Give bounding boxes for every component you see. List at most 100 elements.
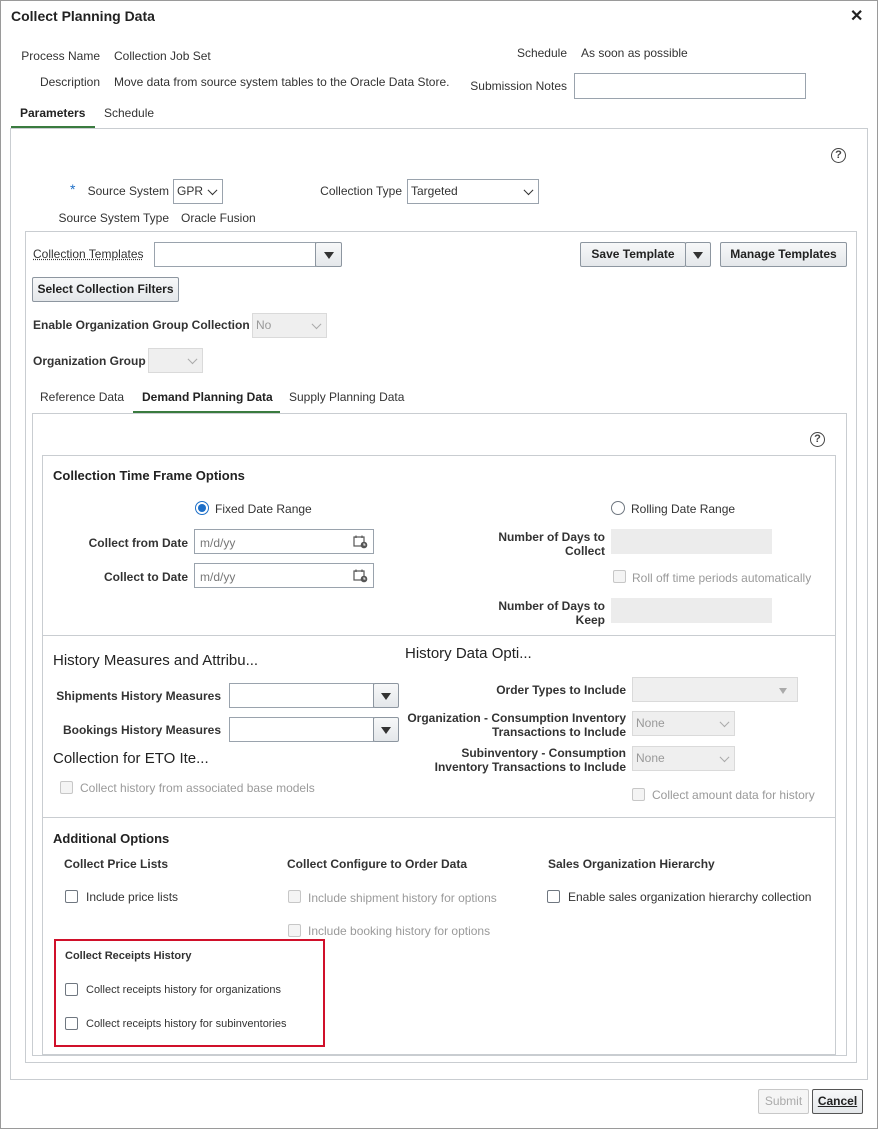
- collect-to-date-label: Collect to Date: [103, 570, 188, 584]
- collect-planning-data-dialog: Collect Planning Data ✕ Process Name Col…: [0, 0, 878, 1129]
- collection-templates-input[interactable]: [154, 242, 316, 267]
- shipments-history-dropdown-button[interactable]: [373, 683, 399, 708]
- tab-demand-planning-data[interactable]: Demand Planning Data: [142, 390, 273, 404]
- save-template-menu-button[interactable]: [685, 242, 711, 267]
- amount-data-label: Collect amount data for history: [652, 788, 815, 802]
- enable-org-group-value: No: [256, 318, 272, 332]
- sales-org-checkbox[interactable]: [547, 890, 560, 903]
- order-types-select: [632, 677, 798, 702]
- section-divider: [43, 817, 835, 818]
- source-system-value: GPR: [177, 184, 204, 198]
- rolling-date-range-label: Rolling Date Range: [631, 502, 736, 516]
- org-consumption-label-line2: Transactions to Include: [491, 725, 626, 739]
- caret-down-icon: [693, 252, 703, 259]
- tab-reference-data[interactable]: Reference Data: [40, 390, 124, 404]
- subinv-consumption-select: None: [632, 746, 735, 771]
- subinv-consumption-value: None: [636, 751, 665, 765]
- shipment-options-label: Include shipment history for options: [308, 891, 497, 905]
- collect-to-date-input[interactable]: m/d/yy: [194, 563, 374, 588]
- help-icon[interactable]: ?: [831, 148, 846, 163]
- collect-to-date-placeholder: m/d/yy: [200, 570, 236, 584]
- fixed-date-range-radio[interactable]: [195, 501, 209, 515]
- organization-group-select: [148, 348, 203, 373]
- receipts-orgs-checkbox[interactable]: [65, 983, 78, 996]
- tab-parameters[interactable]: Parameters: [20, 106, 85, 120]
- roll-off-checkbox: [613, 570, 626, 583]
- close-icon[interactable]: ✕: [850, 6, 863, 26]
- manage-templates-button[interactable]: Manage Templates: [720, 242, 847, 267]
- days-to-keep-label-line1: Number of Days to: [498, 599, 605, 613]
- tab-schedule[interactable]: Schedule: [104, 106, 154, 120]
- collection-type-value: Targeted: [411, 184, 458, 198]
- include-price-lists-label: Include price lists: [86, 890, 179, 904]
- receipts-subinv-label: Collect receipts history for subinventor…: [86, 1018, 287, 1030]
- days-to-collect-label-line2: Collect: [564, 544, 605, 558]
- subinv-consumption-label-line1: Subinventory - Consumption: [461, 746, 626, 760]
- enable-org-group-label: Enable Organization Group Collection: [33, 318, 250, 332]
- bookings-history-input[interactable]: [229, 717, 374, 742]
- org-consumption-value: None: [636, 716, 665, 730]
- chevron-down-icon: [187, 353, 198, 364]
- section-divider: [43, 635, 835, 636]
- chevron-down-icon: [719, 751, 730, 762]
- caret-down-icon: [381, 727, 391, 734]
- eto-title: Collection for ETO Ite...: [53, 750, 209, 767]
- collect-from-date-placeholder: m/d/yy: [200, 536, 236, 550]
- process-name-label: Process Name: [21, 49, 100, 63]
- collect-from-date-label: Collect from Date: [88, 536, 188, 550]
- save-template-button[interactable]: Save Template: [580, 242, 686, 267]
- subinv-consumption-label: Subinventory - Consumption Inventory Tran…: [401, 746, 626, 774]
- schedule-value: As soon as possible: [581, 46, 688, 60]
- fixed-date-range-label: Fixed Date Range: [215, 502, 312, 516]
- sales-org-label: Enable sales organization hierarchy coll…: [568, 890, 812, 904]
- tab-supply-planning-data[interactable]: Supply Planning Data: [289, 390, 404, 404]
- source-system-label: Source System: [87, 184, 169, 198]
- bookings-history-dropdown-button[interactable]: [373, 717, 399, 742]
- collect-from-date-input[interactable]: m/d/yy: [194, 529, 374, 554]
- collection-type-select[interactable]: Targeted: [407, 179, 539, 204]
- source-system-select[interactable]: GPR: [173, 179, 223, 204]
- select-collection-filters-button[interactable]: Select Collection Filters: [32, 277, 179, 302]
- org-consumption-select: None: [632, 711, 735, 736]
- receipts-history-title: Collect Receipts History: [65, 950, 192, 962]
- org-consumption-label-line1: Organization - Consumption Inventory: [407, 711, 626, 725]
- rolling-date-range-radio[interactable]: [611, 501, 625, 515]
- enable-org-group-select: No: [252, 313, 327, 338]
- bookings-history-label: Bookings History Measures: [62, 723, 221, 737]
- amount-data-checkbox: [632, 788, 645, 801]
- submit-button[interactable]: Submit: [758, 1089, 809, 1114]
- calendar-icon[interactable]: [353, 535, 368, 549]
- days-to-keep-label-line2: Keep: [575, 613, 605, 627]
- cancel-button[interactable]: Cancel: [812, 1089, 863, 1114]
- subinv-consumption-label-line2: Inventory Transactions to Include: [434, 760, 626, 774]
- chevron-down-icon: [207, 184, 218, 195]
- collection-templates-label: Collection Templates: [33, 247, 144, 261]
- history-measures-title: History Measures and Attribu...: [53, 652, 259, 669]
- collection-templates-dropdown-button[interactable]: [315, 242, 342, 267]
- days-to-keep-label: Number of Days to Keep: [451, 599, 605, 627]
- calendar-icon[interactable]: [353, 569, 368, 583]
- dialog-title: Collect Planning Data: [11, 8, 155, 24]
- shipment-options-checkbox: [288, 890, 301, 903]
- include-price-lists-checkbox[interactable]: [65, 890, 78, 903]
- help-icon[interactable]: ?: [810, 432, 825, 447]
- eto-checkbox: [60, 781, 73, 794]
- price-lists-title: Collect Price Lists: [64, 857, 169, 871]
- source-system-type-value: Oracle Fusion: [181, 211, 256, 225]
- schedule-label: Schedule: [516, 46, 567, 60]
- days-to-collect-input: [611, 529, 772, 554]
- cto-title: Collect Configure to Order Data: [287, 857, 468, 871]
- source-system-type-label: Source System Type: [58, 211, 170, 225]
- caret-down-icon: [381, 693, 391, 700]
- shipments-history-label: Shipments History Measures: [56, 689, 221, 703]
- additional-options-title: Additional Options: [53, 831, 170, 846]
- days-to-collect-label-line1: Number of Days to: [498, 530, 605, 544]
- receipts-subinv-checkbox[interactable]: [65, 1017, 78, 1030]
- roll-off-label: Roll off time periods automatically: [632, 571, 812, 585]
- submission-notes-label: Submission Notes: [470, 79, 567, 93]
- description-value: Move data from source system tables to t…: [114, 75, 450, 89]
- organization-group-label: Organization Group: [33, 354, 146, 368]
- shipments-history-input[interactable]: [229, 683, 374, 708]
- submission-notes-input[interactable]: [574, 73, 806, 99]
- history-data-options-title: History Data Opti...: [405, 645, 532, 662]
